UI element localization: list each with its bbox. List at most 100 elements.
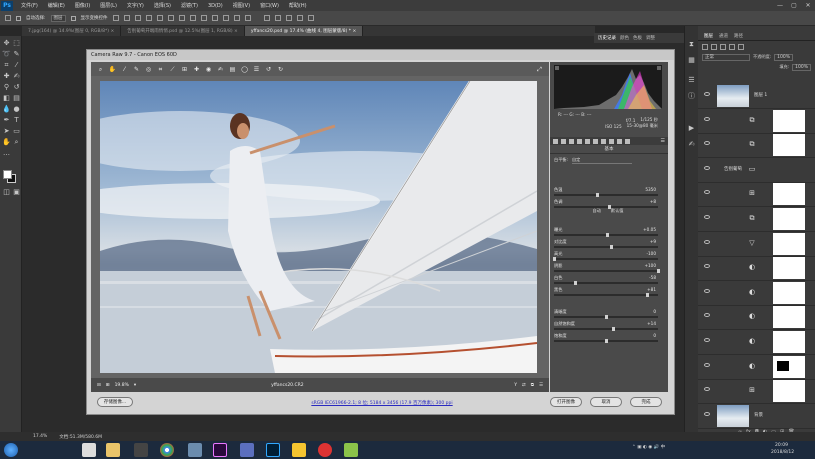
3d-slide-icon[interactable] xyxy=(307,15,314,21)
layer-row[interactable]: 图层 1 xyxy=(698,83,815,109)
layer-row[interactable]: ▭ 告别葡萄 xyxy=(698,157,815,183)
visibility-eye-icon[interactable] xyxy=(704,387,710,392)
blur-tool-icon[interactable]: 💧 xyxy=(2,105,11,114)
quick-mask-icon[interactable]: ◫ xyxy=(2,188,11,197)
brush-panel-icon[interactable]: ✍ xyxy=(687,140,696,149)
visibility-eye-icon[interactable] xyxy=(704,239,710,244)
taskbar-app4-icon[interactable] xyxy=(344,443,358,457)
tab-history[interactable]: 历史记录 xyxy=(598,35,616,41)
taskbar-media-icon[interactable] xyxy=(134,443,148,457)
type-tool-icon[interactable]: T xyxy=(12,116,21,125)
layer-row[interactable]: ⊞ xyxy=(698,181,815,208)
distribute-middle-icon[interactable] xyxy=(189,15,196,21)
rotate-right-icon[interactable]: ↻ xyxy=(276,65,285,74)
hand-tool-icon[interactable]: ✋ xyxy=(2,138,11,147)
slider-value[interactable]: +0.05 xyxy=(643,227,656,232)
slider-handle[interactable] xyxy=(604,314,608,319)
3d-drag-icon[interactable] xyxy=(296,15,303,21)
properties-panel-icon[interactable]: ☰ xyxy=(687,76,696,85)
move-tool-icon[interactable]: ✥ xyxy=(2,39,11,48)
foreground-color-swatch[interactable] xyxy=(3,170,12,179)
zoom-out-icon[interactable]: ⊟ xyxy=(97,383,101,388)
3d-rotate-icon[interactable] xyxy=(274,15,281,21)
fullscreen-icon[interactable]: ⤢ xyxy=(535,65,544,74)
spot-removal-icon[interactable]: ✚ xyxy=(192,65,201,74)
photo-preview[interactable] xyxy=(100,81,537,373)
close-button[interactable]: ✕ xyxy=(801,2,815,9)
visibility-eye-icon[interactable] xyxy=(704,116,710,121)
marquee-tool-icon[interactable]: ⬚ xyxy=(12,39,21,48)
actions-panel-icon[interactable]: ▶ xyxy=(687,124,696,133)
copy-settings-icon[interactable]: ⧉ xyxy=(531,382,534,388)
dodge-tool-icon[interactable]: ● xyxy=(12,105,21,114)
slider-handle[interactable] xyxy=(611,326,615,331)
transform-icon[interactable]: ⊞ xyxy=(180,65,189,74)
tab-swatches[interactable]: 色板 xyxy=(633,35,642,41)
color-sampler-icon[interactable]: ✎ xyxy=(132,65,141,74)
layer-row[interactable]: ⧉ xyxy=(698,132,815,159)
doc-tab-1[interactable]: 7.jpg(164) @ 14.9%(图层 0, RGB/8*) × xyxy=(22,26,122,36)
rotate-left-icon[interactable]: ↺ xyxy=(264,65,273,74)
slider-value[interactable]: 0 xyxy=(653,309,656,314)
slider-handle[interactable] xyxy=(604,338,608,343)
visibility-eye-icon[interactable] xyxy=(704,411,710,416)
history-brush-tool-icon[interactable]: ↺ xyxy=(12,83,21,92)
slider-value[interactable]: -100 xyxy=(646,251,656,256)
filter-kind-icon[interactable] xyxy=(702,44,708,50)
auto-align-icon[interactable] xyxy=(244,15,251,21)
screen-mode-icon[interactable]: ▣ xyxy=(12,188,21,197)
taskbar-chrome-icon[interactable] xyxy=(160,443,174,457)
layer-row[interactable]: 背景 xyxy=(698,403,815,429)
slider-handle[interactable] xyxy=(656,268,660,273)
menu-window[interactable]: 窗口(W) xyxy=(255,2,284,9)
eraser-tool-icon[interactable]: ◧ xyxy=(2,94,11,103)
swap-settings-icon[interactable]: ⇄ xyxy=(522,383,526,388)
graduated-filter-icon[interactable]: ▤ xyxy=(228,65,237,74)
pen-tool-icon[interactable]: ✒ xyxy=(2,116,11,125)
visibility-eye-icon[interactable] xyxy=(704,313,710,318)
filter-type-icon[interactable] xyxy=(729,44,735,50)
taskbar-explorer-icon[interactable] xyxy=(82,443,96,457)
filter-pixel-icon[interactable] xyxy=(711,44,717,50)
slider-value[interactable]: +9 xyxy=(650,239,656,244)
taskbar-app3-icon[interactable] xyxy=(292,443,306,457)
slider-value[interactable]: -58 xyxy=(649,275,656,280)
distribute-top-icon[interactable] xyxy=(178,15,185,21)
slider-track[interactable] xyxy=(554,294,658,296)
slider-value[interactable]: +8 xyxy=(650,199,656,204)
slider-track[interactable] xyxy=(554,206,658,208)
slider-track[interactable] xyxy=(554,194,658,196)
quick-select-tool-icon[interactable]: ✎ xyxy=(12,50,21,59)
zoom-tool-icon[interactable]: ⌕ xyxy=(12,138,21,147)
history-panel-icon[interactable]: ⧗ xyxy=(687,40,696,49)
menu-type[interactable]: 文字(Y) xyxy=(122,2,149,9)
tab-adjustments[interactable]: 调整 xyxy=(646,35,655,41)
workflow-options-link[interactable]: sRGB IEC61966-2.1; 8 位; 5184 x 3456 (17.… xyxy=(282,400,482,406)
menu-select[interactable]: 选择(S) xyxy=(149,2,176,9)
clone-stamp-tool-icon[interactable]: ⚲ xyxy=(2,83,11,92)
layer-row[interactable]: ⧉ xyxy=(698,206,815,232)
opacity-input[interactable]: 100% xyxy=(774,53,794,61)
align-center-icon[interactable] xyxy=(156,15,163,21)
preferences-icon[interactable]: ☰ xyxy=(252,65,261,74)
align-middle-icon[interactable] xyxy=(123,15,130,21)
radial-filter-icon[interactable]: ◯ xyxy=(240,65,249,74)
visibility-eye-icon[interactable] xyxy=(704,190,710,195)
view-options-icon[interactable]: ☰ xyxy=(539,383,543,388)
info-panel-icon[interactable]: ⓘ xyxy=(687,92,696,101)
slider-handle[interactable] xyxy=(574,280,578,285)
slider-value[interactable]: 0 xyxy=(653,333,656,338)
slider-value[interactable]: +14 xyxy=(647,321,656,326)
slider-track[interactable] xyxy=(554,270,658,272)
hand-icon[interactable]: ✋ xyxy=(108,65,117,74)
move-tool-icon[interactable] xyxy=(5,15,11,21)
menu-layer[interactable]: 图层(L) xyxy=(95,2,122,9)
taskbar-app-icon[interactable] xyxy=(188,443,202,457)
tab-layers[interactable]: 图层 xyxy=(704,33,713,39)
straighten-icon[interactable]: ⟋ xyxy=(168,65,177,74)
taskbar-premiere-icon[interactable] xyxy=(213,443,227,457)
distribute-right-icon[interactable] xyxy=(233,15,240,21)
start-button[interactable] xyxy=(4,443,18,457)
3d-roll-icon[interactable] xyxy=(285,15,292,21)
slider-handle[interactable] xyxy=(607,204,611,209)
